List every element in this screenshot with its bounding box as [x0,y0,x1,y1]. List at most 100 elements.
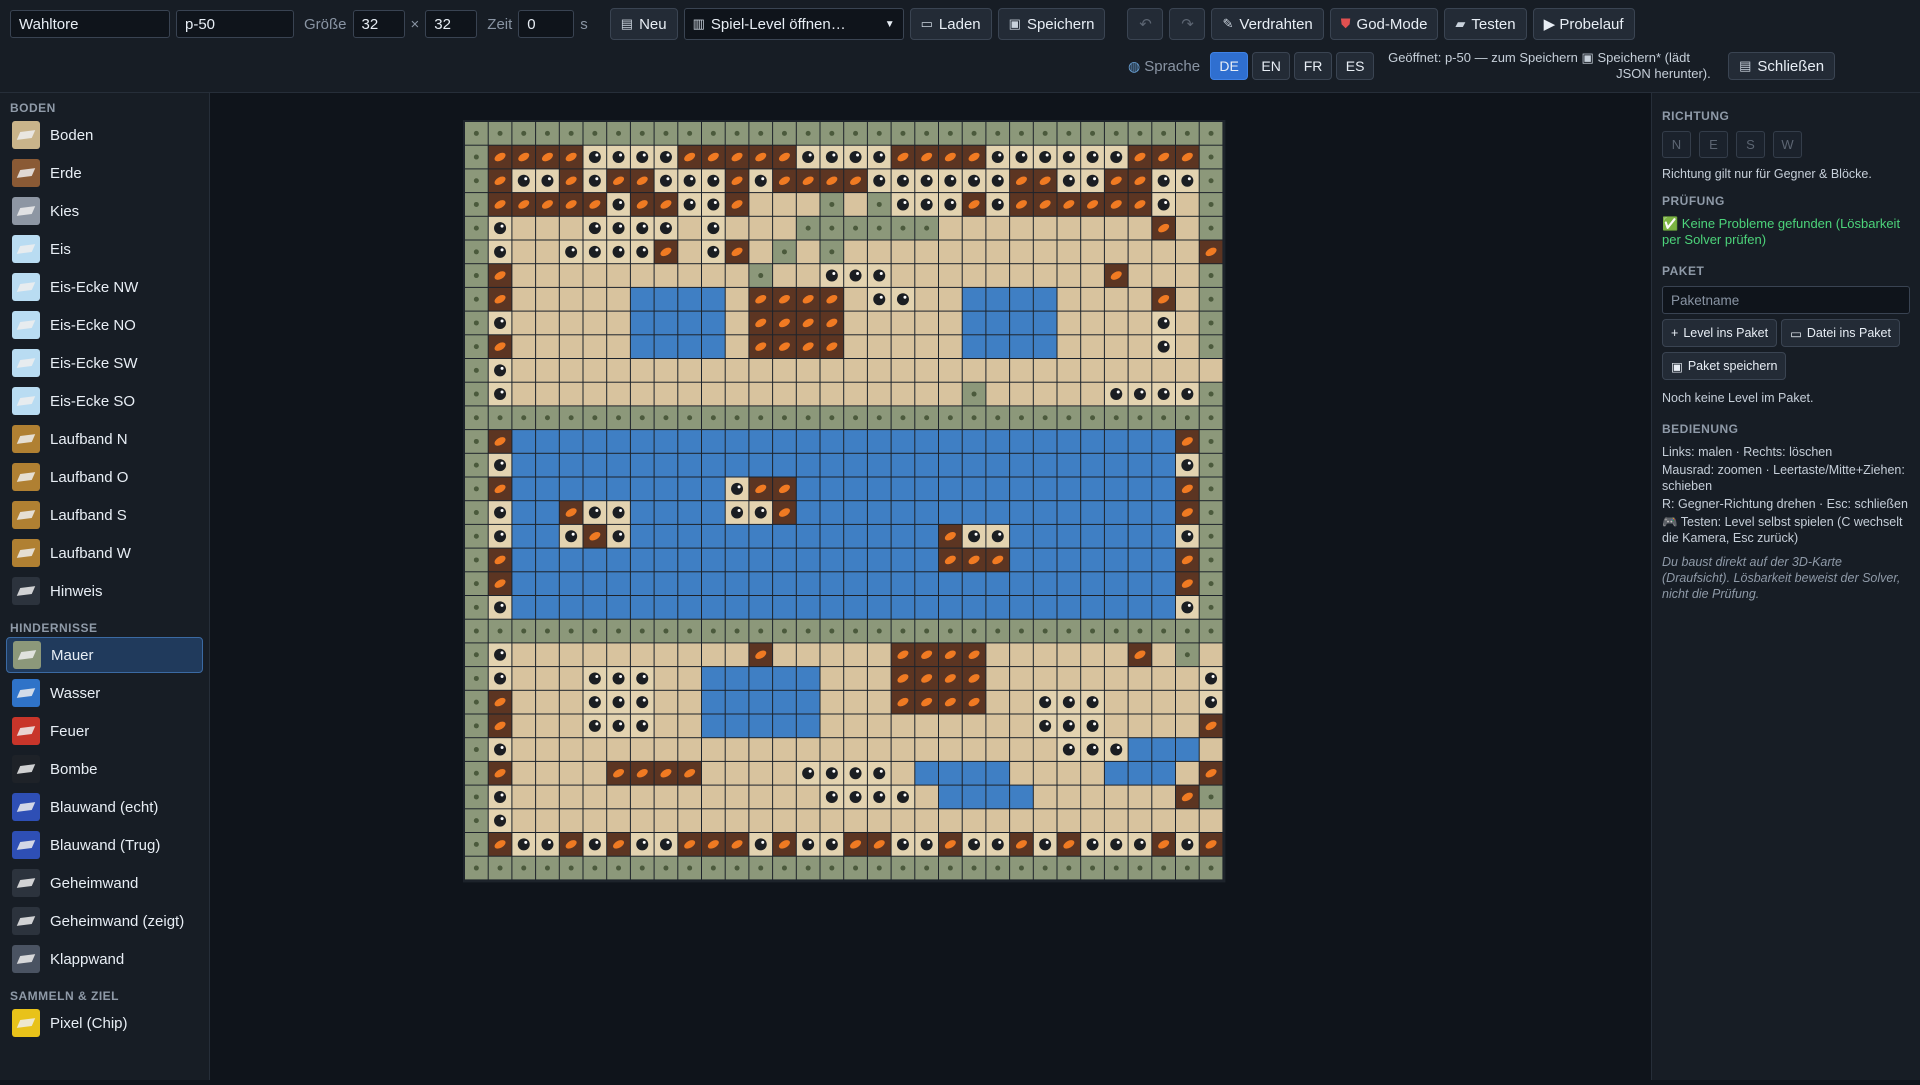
map-cell-floor[interactable] [915,382,938,406]
map-cell-water[interactable] [654,501,678,524]
map-cell-floor[interactable] [1128,287,1152,311]
map-cell-floor[interactable] [678,643,701,667]
map-cell-floor[interactable] [962,738,986,761]
map-cell-water[interactable] [773,548,796,572]
map-cell-water[interactable] [1152,738,1175,761]
map-cell-water[interactable] [1128,572,1152,595]
map-cell-floor[interactable] [891,809,915,832]
map-cell-floor[interactable] [702,785,725,809]
map-cell-floor[interactable] [678,240,701,264]
map-cell-floor[interactable] [1057,643,1081,667]
map-cell-water[interactable] [915,761,938,785]
map-cell-water[interactable] [915,430,938,453]
map-cell-floor[interactable] [702,264,725,287]
map-cell-floor[interactable] [1176,193,1199,216]
map-cell-floor[interactable] [1176,761,1199,785]
map-cell-floor[interactable] [1081,761,1104,785]
map-cell-floor[interactable] [1199,738,1223,761]
map-cell-water[interactable] [630,453,654,477]
map-cell-water[interactable] [725,667,749,690]
map-cell-floor[interactable] [536,382,559,406]
map-cell-water[interactable] [1081,572,1104,595]
map-cell-water[interactable] [986,430,1010,453]
map-cell-floor[interactable] [1010,216,1033,240]
map-cell-floor[interactable] [939,216,962,240]
map-cell-floor[interactable] [1104,240,1128,264]
map-cell-floor[interactable] [1010,240,1033,264]
map-cell-water[interactable] [702,501,725,524]
map-cell-water[interactable] [796,596,820,619]
palette-tile[interactable]: Geheimwand [6,865,203,901]
level-name-input[interactable]: Wahltore [10,10,170,38]
map-cell-water[interactable] [702,524,725,548]
map-cell-floor[interactable] [1104,311,1128,335]
map-cell-water[interactable] [915,453,938,477]
map-cell-water[interactable] [1010,785,1033,809]
map-cell-water[interactable] [536,572,559,595]
map-cell-water[interactable] [1152,477,1175,501]
map-cell-floor[interactable] [583,809,607,832]
map-cell-water[interactable] [962,572,986,595]
map-cell-floor[interactable] [986,667,1010,690]
map-cell-floor[interactable] [607,809,630,832]
map-cell-floor[interactable] [725,761,749,785]
map-cell-water[interactable] [939,453,962,477]
map-cell-water[interactable] [1010,311,1033,335]
map-cell-water[interactable] [1033,548,1057,572]
map-cell-water[interactable] [962,453,986,477]
map-cell-water[interactable] [654,524,678,548]
map-cell-water[interactable] [1010,477,1033,501]
map-cell-floor[interactable] [583,761,607,785]
map-cell-floor[interactable] [559,335,583,358]
map-cell-water[interactable] [702,477,725,501]
map-cell-water[interactable] [1104,572,1128,595]
map-cell-floor[interactable] [583,738,607,761]
map-cell-water[interactable] [536,596,559,619]
map-cell-floor[interactable] [559,667,583,690]
map-cell-floor[interactable] [1152,240,1175,264]
map-cell-floor[interactable] [1104,785,1128,809]
lang-es-button[interactable]: ES [1336,52,1375,80]
map-cell-floor[interactable] [962,264,986,287]
map-cell-water[interactable] [844,453,867,477]
map-cell-water[interactable] [867,430,891,453]
map-cell-floor[interactable] [1057,240,1081,264]
map-cell-floor[interactable] [536,240,559,264]
map-cell-floor[interactable] [512,311,536,335]
map-cell-floor[interactable] [867,643,891,667]
map-cell-floor[interactable] [915,240,938,264]
map-cell-floor[interactable] [536,216,559,240]
map-cell-water[interactable] [630,548,654,572]
map-cell-water[interactable] [678,501,701,524]
map-cell-water[interactable] [986,287,1010,311]
map-cell-water[interactable] [1128,453,1152,477]
map-cell-water[interactable] [1010,596,1033,619]
god-mode-button[interactable]: ⛊ God-Mode [1329,8,1439,40]
map-cell-water[interactable] [796,548,820,572]
map-cell-water[interactable] [654,548,678,572]
map-cell-floor[interactable] [512,359,536,382]
map-cell-floor[interactable] [583,643,607,667]
map-cell-floor[interactable] [678,264,701,287]
map-cell-water[interactable] [654,572,678,595]
map-cell-water[interactable] [867,524,891,548]
save-button[interactable]: ▣ Speichern [997,8,1106,40]
map-cell-water[interactable] [1033,311,1057,335]
map-cell-floor[interactable] [654,690,678,714]
map-cell-water[interactable] [962,501,986,524]
map-cell-floor[interactable] [512,216,536,240]
map-cell-floor[interactable] [1057,335,1081,358]
map-cell-floor[interactable] [1104,359,1128,382]
map-cell-water[interactable] [1152,761,1175,785]
map-cell-water[interactable] [512,548,536,572]
map-cell-water[interactable] [962,430,986,453]
map-cell-floor[interactable] [891,335,915,358]
map-cell-floor[interactable] [1104,287,1128,311]
map-cell-water[interactable] [820,501,844,524]
map-cell-water[interactable] [1033,524,1057,548]
map-cell-floor[interactable] [915,359,938,382]
map-cell-water[interactable] [678,477,701,501]
palette-tile[interactable]: Eis-Ecke SW [6,345,203,381]
map-cell-floor[interactable] [1128,690,1152,714]
map-cell-floor[interactable] [559,785,583,809]
